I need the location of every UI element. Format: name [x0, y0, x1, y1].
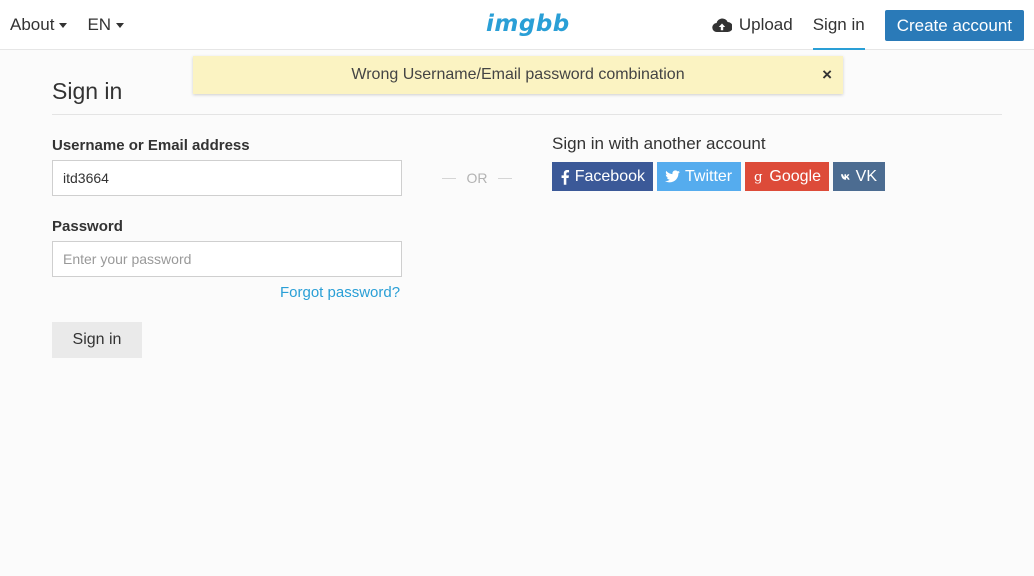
svg-text:g: g: [754, 169, 763, 184]
separator-line: [442, 177, 456, 179]
create-account-button[interactable]: Create account: [884, 9, 1024, 41]
username-label: Username or Email address: [52, 137, 250, 154]
nav-left: About EN: [10, 0, 144, 50]
facebook-label: Facebook: [574, 167, 645, 185]
password-label: Password: [52, 218, 123, 235]
language-menu[interactable]: EN: [87, 15, 125, 35]
twitter-label: Twitter: [685, 167, 733, 185]
or-separator: OR: [442, 168, 512, 188]
social-buttons: Facebook Twitter g Google VK: [552, 162, 889, 191]
sign-in-button[interactable]: Sign in: [52, 322, 142, 358]
separator-line: [498, 177, 512, 179]
google-icon: g: [754, 169, 763, 184]
caret-down-icon: [116, 22, 125, 28]
username-input[interactable]: [52, 160, 402, 196]
close-icon[interactable]: ×: [822, 65, 832, 85]
vk-icon: [841, 173, 850, 180]
error-alert: Wrong Username/Email password combinatio…: [193, 56, 843, 94]
google-button[interactable]: g Google: [745, 162, 829, 191]
facebook-button[interactable]: Facebook: [552, 162, 653, 191]
top-navigation-bar: About EN imgbb Upload Sign in Create acc…: [0, 0, 1034, 50]
upload-link[interactable]: Upload: [712, 15, 793, 35]
twitter-button[interactable]: Twitter: [657, 162, 741, 191]
vk-button[interactable]: VK: [833, 162, 885, 191]
upload-label: Upload: [738, 15, 793, 34]
language-label: EN: [87, 15, 112, 34]
vk-label: VK: [855, 167, 877, 185]
or-text: OR: [466, 170, 488, 186]
cloud-upload-icon: [712, 18, 732, 33]
twitter-icon: [665, 170, 680, 183]
divider: [52, 114, 1002, 115]
page-title: Sign in: [52, 78, 123, 104]
about-menu[interactable]: About: [10, 15, 68, 35]
forgot-password-link[interactable]: Forgot password?: [280, 284, 400, 301]
imgbb-logo[interactable]: imgbb: [486, 11, 570, 37]
social-signin-title: Sign in with another account: [552, 134, 766, 153]
password-input[interactable]: [52, 241, 402, 277]
caret-down-icon: [59, 22, 68, 28]
signin-nav-link[interactable]: Sign in: [812, 0, 865, 50]
alert-message: Wrong Username/Email password combinatio…: [351, 66, 685, 83]
about-label: About: [10, 15, 55, 34]
google-label: Google: [769, 167, 821, 185]
nav-right: Upload Sign in Create account: [712, 0, 1024, 50]
facebook-icon: [561, 169, 570, 185]
